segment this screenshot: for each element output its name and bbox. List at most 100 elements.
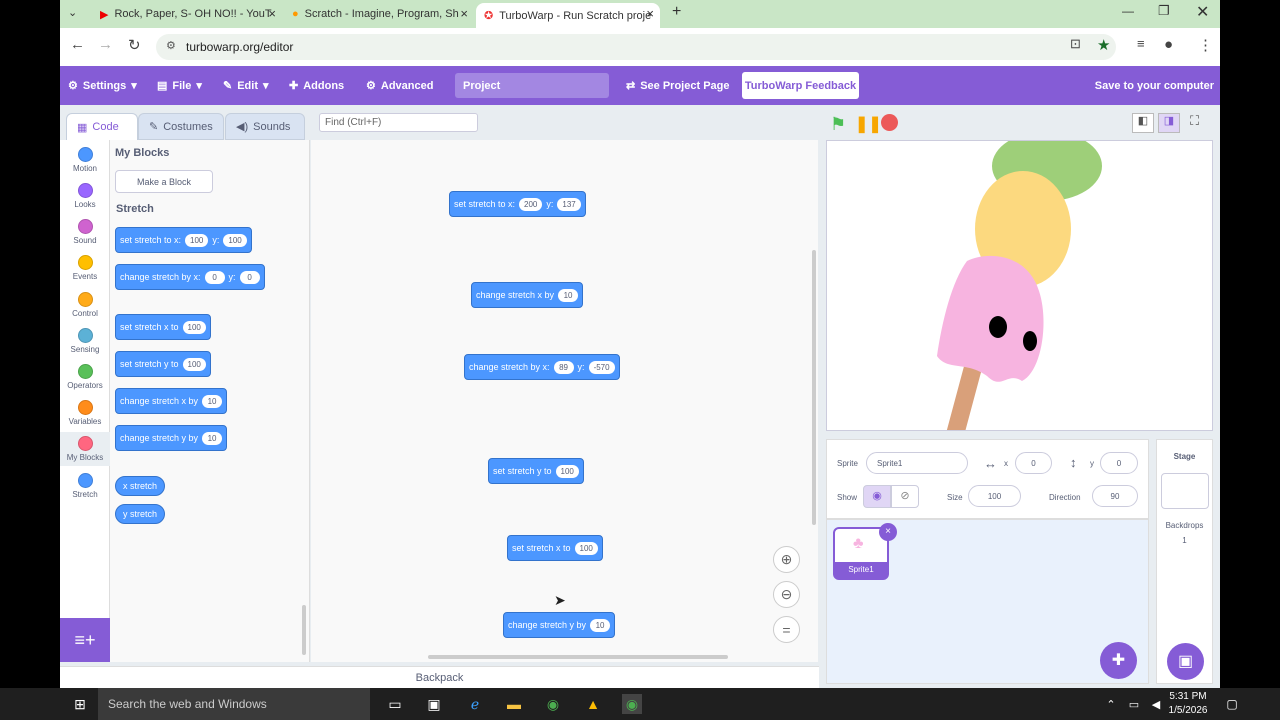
green-flag-icon[interactable]: ⚑ xyxy=(830,114,846,135)
profile-avatar-icon[interactable]: ● xyxy=(1164,36,1173,53)
category-stretch[interactable]: Stretch xyxy=(60,473,110,499)
fullscreen-icon[interactable]: ⛶ xyxy=(1190,113,1199,129)
x-field[interactable]: 0 xyxy=(1015,452,1052,474)
palette-block-change-stretch-y[interactable]: change stretch y by 10 xyxy=(115,425,228,451)
block-input-x[interactable]: 200 xyxy=(519,197,543,211)
zoom-reset-button[interactable]: = xyxy=(773,616,800,643)
y-field[interactable]: 0 xyxy=(1100,452,1138,474)
save-to-computer-button[interactable]: Save to your computer xyxy=(1095,66,1214,105)
forward-icon[interactable]: → xyxy=(98,36,113,53)
back-icon[interactable]: ← xyxy=(70,36,85,53)
zoom-in-button[interactable]: ⊕ xyxy=(773,546,800,573)
category-control[interactable]: Control xyxy=(60,292,110,318)
close-tab-icon[interactable]: × xyxy=(268,6,276,21)
notifications-icon[interactable]: ▢ xyxy=(1222,694,1242,714)
workspace-h-scrollbar[interactable] xyxy=(428,655,728,659)
volume-icon[interactable]: ◀ xyxy=(1146,694,1166,714)
tab-code[interactable]: ▦ Code xyxy=(66,113,138,140)
advanced-menu[interactable]: ⚙ Advanced xyxy=(366,66,433,105)
palette-block-set-stretch-xy[interactable]: set stretch to x: 100 y: 100 xyxy=(115,227,252,253)
palette-block-change-stretch-xy[interactable]: change stretch by x: 0 y: 0 xyxy=(115,264,265,290)
close-window-icon[interactable]: ✕ xyxy=(1196,2,1209,22)
minimize-icon[interactable]: — xyxy=(1122,4,1134,18)
sprite-tile[interactable]: ♣ Sprite1 × xyxy=(833,523,897,580)
workspace-block-set-stretch-x[interactable]: set stretch x to 100 xyxy=(507,535,603,561)
close-tab-icon[interactable]: × xyxy=(460,6,468,21)
workspace-block-change-stretch-x[interactable]: change stretch x by 10 xyxy=(471,282,584,308)
close-tab-icon[interactable]: × xyxy=(646,6,654,21)
add-sprite-button[interactable]: ✚ xyxy=(1100,642,1137,679)
maximize-icon[interactable]: ❐ xyxy=(1158,3,1170,19)
block-input-x[interactable]: 0 xyxy=(204,270,225,284)
block-input-y[interactable]: 137 xyxy=(557,197,581,211)
category-sound[interactable]: Sound xyxy=(60,219,110,245)
palette-reporter-x-stretch[interactable]: x stretch xyxy=(115,476,166,496)
see-project-page-button[interactable]: ⇄ See Project Page xyxy=(626,66,730,105)
bookmark-star-icon[interactable]: ★ xyxy=(1097,36,1110,54)
chrome-active-icon[interactable]: ◉ xyxy=(622,694,642,714)
delete-sprite-icon[interactable]: × xyxy=(879,523,897,541)
normal-stage-icon[interactable]: ◨ xyxy=(1158,113,1180,133)
category-sensing[interactable]: Sensing xyxy=(60,328,110,354)
file-menu[interactable]: ▤ File ▾ xyxy=(157,66,202,105)
project-title-input[interactable]: Project xyxy=(455,73,609,98)
settings-menu[interactable]: ⚙ Settings ▾ xyxy=(68,66,137,105)
palette-block-change-stretch-x[interactable]: change stretch x by 10 xyxy=(115,388,228,414)
block-input-x[interactable]: 100 xyxy=(185,233,209,247)
url-field[interactable]: ⚙ turbowarp.org/editor xyxy=(156,34,1116,60)
category-looks[interactable]: Looks xyxy=(60,183,110,209)
workspace-block-set-stretch-y[interactable]: set stretch y to 100 xyxy=(488,458,584,484)
small-stage-icon[interactable]: ◧ xyxy=(1132,113,1154,133)
palette-block-set-stretch-y[interactable]: set stretch y to 100 xyxy=(115,351,211,377)
code-workspace[interactable]: set stretch to x: 200 y: 137 change stre… xyxy=(311,140,818,662)
workspace-block-change-stretch-y[interactable]: change stretch y by 10 xyxy=(503,612,616,638)
add-backdrop-button[interactable]: ▣ xyxy=(1167,643,1204,680)
windows-start-icon[interactable]: ⊞ xyxy=(70,694,90,714)
taskbar-clock[interactable]: 5:31 PM 1/5/2026 xyxy=(1166,690,1210,718)
block-input[interactable]: 100 xyxy=(574,541,598,555)
workspace-block-set-stretch-xy[interactable]: set stretch to x: 200 y: 137 xyxy=(449,191,586,217)
stage-canvas[interactable] xyxy=(826,131,1213,441)
stage-selector[interactable]: Stage Backdrops 1 ▣ xyxy=(1156,439,1213,684)
palette-block-set-stretch-x[interactable]: set stretch x to 100 xyxy=(115,314,211,340)
zoom-out-button[interactable]: ⊖ xyxy=(773,581,800,608)
network-icon[interactable]: ▭ xyxy=(1124,694,1144,714)
file-explorer-icon[interactable]: ▬ xyxy=(504,694,524,714)
block-input-y[interactable]: 100 xyxy=(223,233,247,247)
palette-reporter-y-stretch[interactable]: y stretch xyxy=(115,504,166,524)
category-operators[interactable]: Operators xyxy=(60,364,110,390)
palette-scrollbar[interactable] xyxy=(302,605,306,655)
block-input[interactable]: 10 xyxy=(558,288,579,302)
sprite-name-field[interactable]: Sprite1 xyxy=(866,452,968,474)
category-events[interactable]: Events xyxy=(60,255,110,281)
block-input[interactable]: 10 xyxy=(202,394,223,408)
backpack-bar[interactable]: Backpack xyxy=(60,666,819,688)
category-variables[interactable]: Variables xyxy=(60,400,110,426)
block-input[interactable]: 100 xyxy=(555,464,579,478)
category-motion[interactable]: Motion xyxy=(60,147,110,173)
tab-search-chevron-icon[interactable]: ⌄ xyxy=(68,6,77,19)
reload-icon[interactable]: ↻ xyxy=(128,36,141,54)
browser-tab-youtube[interactable]: ▶ Rock, Paper, S- OH NO!! - YouT × xyxy=(92,3,282,25)
task-view-icon[interactable]: ▭ xyxy=(385,694,405,714)
size-field[interactable]: 100 xyxy=(968,485,1021,507)
make-block-button[interactable]: Make a Block xyxy=(115,170,213,193)
category-my-blocks[interactable]: My Blocks xyxy=(60,432,110,466)
tab-costumes[interactable]: ✎ Costumes xyxy=(138,113,224,140)
tab-sounds[interactable]: ◀) Sounds xyxy=(225,113,305,140)
install-app-icon[interactable]: ⊡ xyxy=(1070,36,1081,52)
block-input[interactable]: 100 xyxy=(182,357,206,371)
addons-menu[interactable]: ✚ Addons xyxy=(289,66,344,105)
site-info-icon[interactable]: ⚙ xyxy=(166,39,176,52)
media-control-icon[interactable]: ≡ xyxy=(1137,36,1145,51)
block-input-y[interactable]: 0 xyxy=(239,270,260,284)
add-extension-button[interactable]: ≡+ xyxy=(60,618,110,662)
block-input-x[interactable]: 89 xyxy=(553,360,574,374)
workspace-block-change-stretch-xy[interactable]: change stretch by x: 89 y: -570 xyxy=(464,354,620,380)
block-input[interactable]: 100 xyxy=(182,320,206,334)
more-menu-icon[interactable]: ⋮ xyxy=(1198,36,1213,54)
show-visible-button[interactable]: ◉ xyxy=(863,485,891,508)
taskbar-search[interactable]: Search the web and Windows xyxy=(98,688,370,720)
edge-icon[interactable]: ℯ xyxy=(465,694,485,714)
block-input[interactable]: 10 xyxy=(590,618,611,632)
